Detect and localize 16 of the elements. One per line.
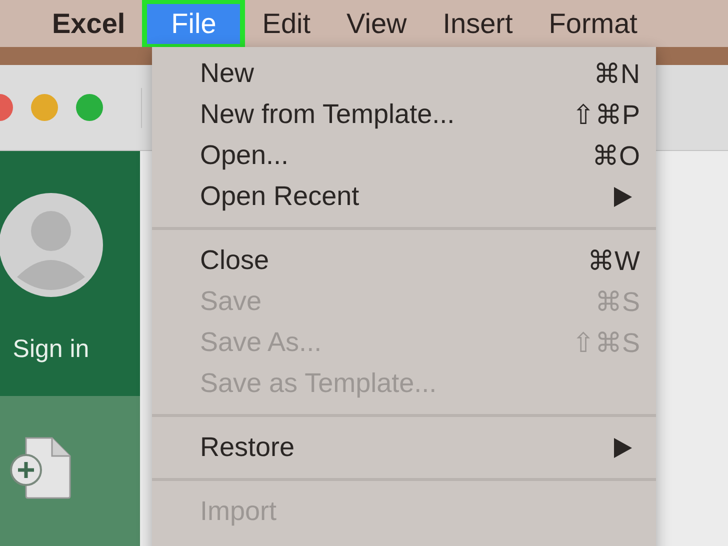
app-menu[interactable]: Excel — [42, 4, 136, 44]
menu-title[interactable]: View — [332, 4, 421, 44]
menu-item[interactable]: Open Recent — [152, 176, 656, 217]
menu-item[interactable]: Open... ⌘O — [152, 135, 656, 176]
zoom-window-button[interactable] — [76, 94, 103, 121]
menu-title[interactable]: File — [147, 4, 240, 44]
menu-item[interactable]: Close ⌘W — [152, 240, 656, 281]
menu-item[interactable]: Restore — [152, 427, 656, 468]
menu-title[interactable]: Edit — [248, 4, 325, 44]
menu-item[interactable]: New ⌘N — [152, 53, 656, 94]
menu-item[interactable]: New from Template... ⇧⌘P — [152, 94, 656, 135]
minimize-window-button[interactable] — [31, 94, 58, 121]
avatar-icon[interactable] — [0, 193, 103, 297]
sign-in-link[interactable]: Sign in — [12, 335, 90, 364]
menu-title[interactable]: Insert — [428, 4, 527, 44]
menu-title[interactable]: Format — [534, 4, 652, 44]
